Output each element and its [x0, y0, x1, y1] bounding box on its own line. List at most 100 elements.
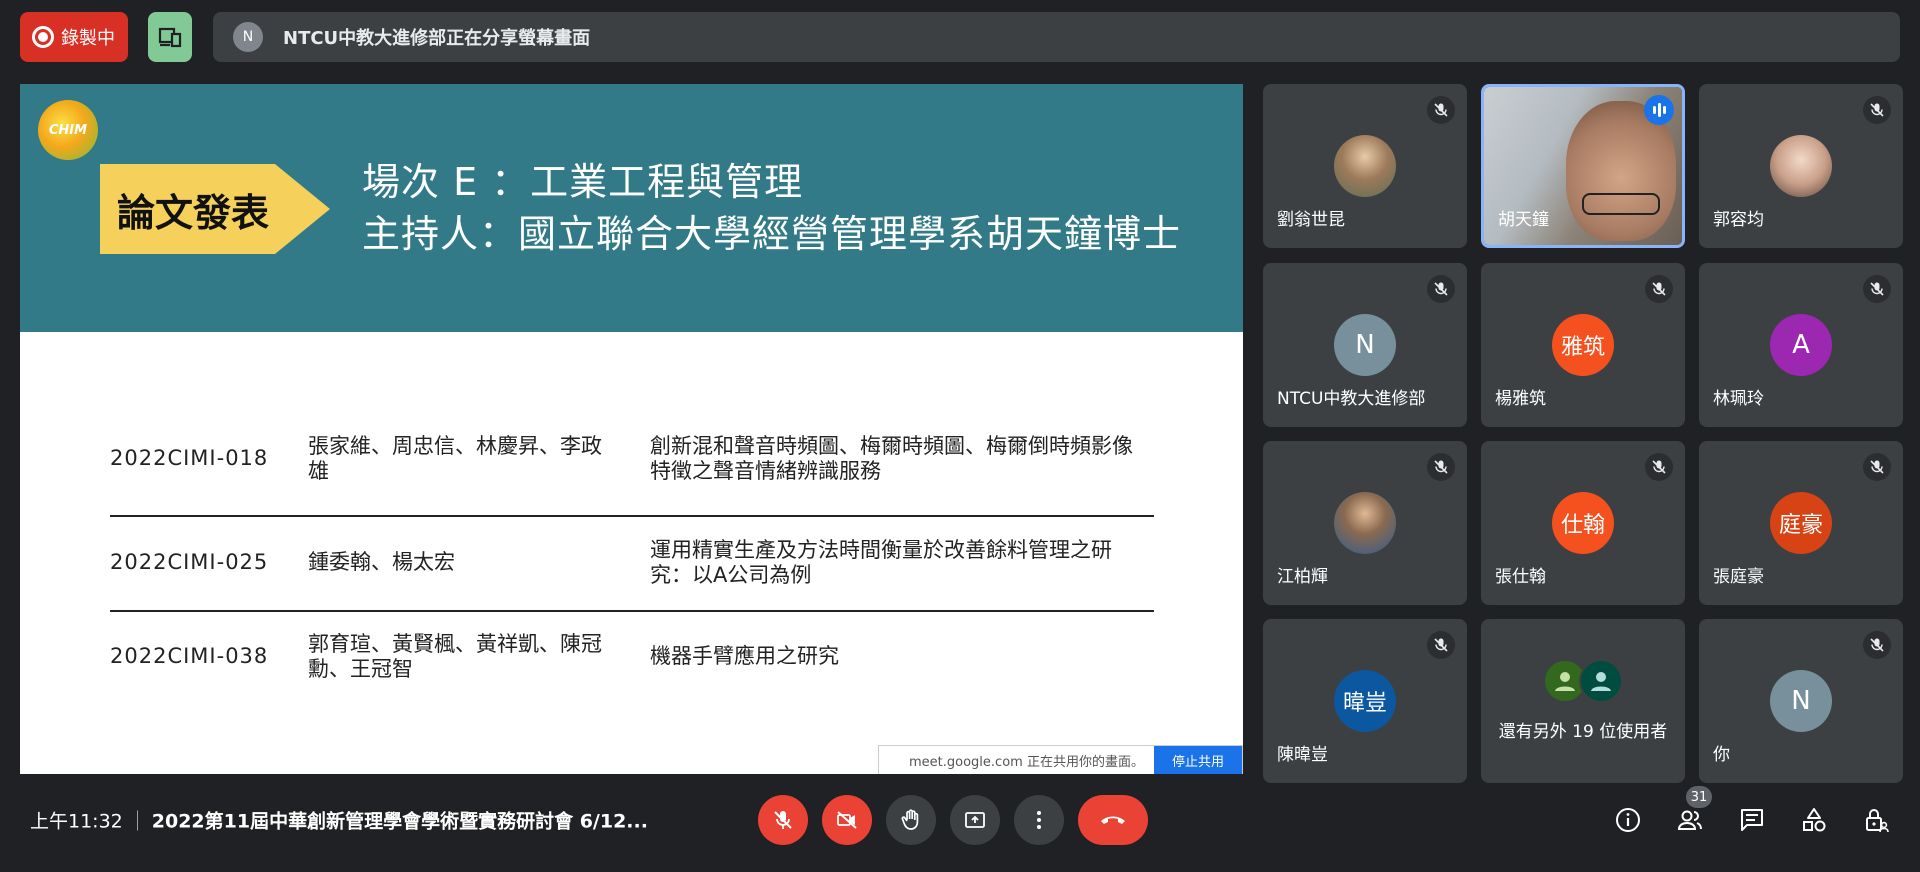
participant-name: 張庭豪 — [1713, 567, 1764, 587]
mic-off-icon — [1427, 96, 1455, 124]
paper-authors: 郭育瑄、黃賢楓、黃祥凱、陳冠勳、王冠智 — [308, 632, 602, 681]
participant-name: 林珮玲 — [1713, 389, 1764, 409]
right-toolbar: 31 — [1608, 786, 1896, 840]
participant-avatar — [1334, 135, 1396, 197]
bottom-bar: 上午11:32 2022第11屆中華創新管理學會學術暨實務研討會 6/12... — [0, 768, 1920, 872]
participant-count-badge: 31 — [1686, 786, 1712, 808]
table-row: 2022CIMI-038 郭育瑄、黃賢楓、黃祥凱、陳冠勳、王冠智 機器手臂應用之… — [110, 632, 1154, 692]
others-tile[interactable]: 還有另外 19 位使用者 — [1481, 619, 1685, 783]
devices-icon — [158, 27, 182, 48]
companion-mode-button[interactable] — [148, 12, 192, 62]
participant-avatar: 仕翰 — [1552, 492, 1614, 554]
row-divider — [110, 610, 1154, 612]
present-screen-button[interactable] — [950, 795, 1000, 845]
session-title: 場次 E ：工業工程與管理 — [362, 160, 804, 204]
participant-name: 劉翁世昆 — [1277, 210, 1345, 230]
mic-off-icon — [1427, 275, 1455, 303]
participant-avatar — [1334, 492, 1396, 554]
participant-name: 陳暐豈 — [1277, 745, 1328, 765]
sharing-notice-text: meet.google.com 正在共用你的畫面。 — [909, 754, 1144, 770]
mic-off-icon — [1863, 275, 1891, 303]
call-controls — [758, 795, 1148, 845]
mic-off-icon — [1645, 453, 1673, 481]
meeting-title: 2022第11屆中華創新管理學會學術暨實務研討會 6/12... — [151, 810, 648, 833]
participant-tile[interactable]: 江柏輝 — [1263, 441, 1467, 605]
participant-name: 你 — [1713, 745, 1730, 765]
raise-hand-button[interactable] — [886, 795, 936, 845]
hand-icon — [901, 809, 919, 830]
chat-icon — [1741, 809, 1763, 831]
participant-tile[interactable]: A 林珮玲 — [1699, 263, 1903, 427]
people-icon — [1677, 810, 1702, 830]
more-options-button[interactable] — [1014, 795, 1064, 845]
row-divider — [110, 515, 1154, 517]
paper-title: 機器手臂應用之研究 — [650, 644, 839, 668]
participant-avatar: N — [1770, 670, 1832, 732]
participant-tile[interactable]: 仕翰 張仕翰 — [1481, 441, 1685, 605]
present-icon — [965, 812, 985, 828]
participant-avatar: 暐豈 — [1334, 670, 1396, 732]
mic-off-icon — [1863, 96, 1891, 124]
screen-share-banner: N NTCU中教大進修部正在分享螢幕畫面 — [213, 12, 1900, 62]
paper-authors: 鍾委翰、楊太宏 — [308, 550, 455, 574]
mic-off-icon — [1645, 275, 1673, 303]
others-avatars — [1543, 659, 1623, 703]
participant-name: 楊雅筑 — [1495, 389, 1546, 409]
mic-off-icon — [1427, 631, 1455, 659]
camera-off-icon — [837, 811, 857, 829]
participant-name: 江柏輝 — [1277, 567, 1328, 587]
paper-id: 2022CIMI-038 — [110, 644, 269, 668]
participant-avatar: 庭豪 — [1770, 492, 1832, 554]
paper-authors: 張家維、周忠信、林慶昇、李政雄 — [308, 434, 602, 483]
recording-label: 錄製中 — [61, 28, 115, 49]
others-count-label: 還有另外 19 位使用者 — [1498, 722, 1668, 742]
meeting-details-button[interactable] — [1608, 800, 1648, 840]
section-badge: 論文發表 — [100, 164, 330, 254]
participant-tile[interactable]: 庭豪 張庭豪 — [1699, 441, 1903, 605]
paper-title: 創新混和聲音時頻圖、梅爾時頻圖、梅爾倒時頻影像特徵之聲音情緒辨識服務 — [650, 434, 1133, 483]
activities-button[interactable] — [1794, 800, 1834, 840]
leave-call-button[interactable] — [1078, 795, 1148, 845]
person-icon — [1579, 659, 1623, 703]
participant-avatar: N — [1334, 314, 1396, 376]
divider — [136, 810, 138, 830]
paper-title: 運用精實生產及方法時間衡量於改善餘料管理之研究：以A公司為例 — [650, 538, 1112, 587]
info-icon — [1616, 808, 1640, 832]
participant-tile[interactable]: 暐豈 陳暐豈 — [1263, 619, 1467, 783]
recording-button[interactable]: 錄製中 — [20, 12, 128, 62]
meeting-info: 上午11:32 2022第11屆中華創新管理學會學術暨實務研討會 6/12... — [30, 807, 648, 834]
participant-name: 郭容均 — [1713, 210, 1764, 230]
more-vert-icon — [1037, 811, 1041, 829]
participant-name: 胡天鐘 — [1498, 210, 1549, 230]
participant-tile[interactable]: 劉翁世昆 — [1263, 84, 1467, 248]
speaking-indicator-icon — [1644, 95, 1674, 125]
conference-logo: CHIM — [38, 100, 98, 160]
participant-avatar: 雅筑 — [1552, 314, 1614, 376]
slide-header: CHIM 論文發表 場次 E ：工業工程與管理 主持人：國立聯合大學經營管理學系… — [20, 84, 1243, 332]
chat-button[interactable] — [1732, 800, 1772, 840]
presenter-avatar: N — [233, 22, 263, 52]
slide-title: 場次 E ：工業工程與管理 主持人：國立聯合大學經營管理學系胡天鐘博士 — [362, 156, 1181, 260]
participant-tile[interactable]: N NTCU中教大進修部 — [1263, 263, 1467, 427]
participant-name: NTCU中教大進修部 — [1277, 389, 1426, 409]
paper-id: 2022CIMI-018 — [110, 446, 269, 470]
table-row: 2022CIMI-018 張家維、周忠信、林慶昇、李政雄 創新混和聲音時頻圖、梅… — [110, 432, 1154, 492]
table-row: 2022CIMI-025 鍾委翰、楊太宏 運用精實生產及方法時間衡量於改善餘料管… — [110, 538, 1154, 598]
participant-tile[interactable]: 郭容均 — [1699, 84, 1903, 248]
people-button[interactable]: 31 — [1670, 786, 1712, 840]
activities-icon — [1803, 808, 1826, 832]
mic-toggle-button[interactable] — [758, 795, 808, 845]
participant-tile-active-speaker[interactable]: 胡天鐘 — [1481, 84, 1685, 248]
mic-off-icon — [1863, 453, 1891, 481]
record-icon — [32, 26, 54, 48]
host-controls-button[interactable] — [1856, 800, 1896, 840]
camera-toggle-button[interactable] — [822, 795, 872, 845]
top-bar: 錄製中 N NTCU中教大進修部正在分享螢幕畫面 — [20, 12, 1900, 62]
paper-id: 2022CIMI-025 — [110, 550, 269, 574]
participant-tile[interactable]: 雅筑 楊雅筑 — [1481, 263, 1685, 427]
mic-off-icon — [774, 811, 792, 829]
lock-person-icon — [1866, 809, 1889, 833]
participant-avatar: A — [1770, 314, 1832, 376]
participant-name: 張仕翰 — [1495, 567, 1546, 587]
self-tile[interactable]: N 你 — [1699, 619, 1903, 783]
